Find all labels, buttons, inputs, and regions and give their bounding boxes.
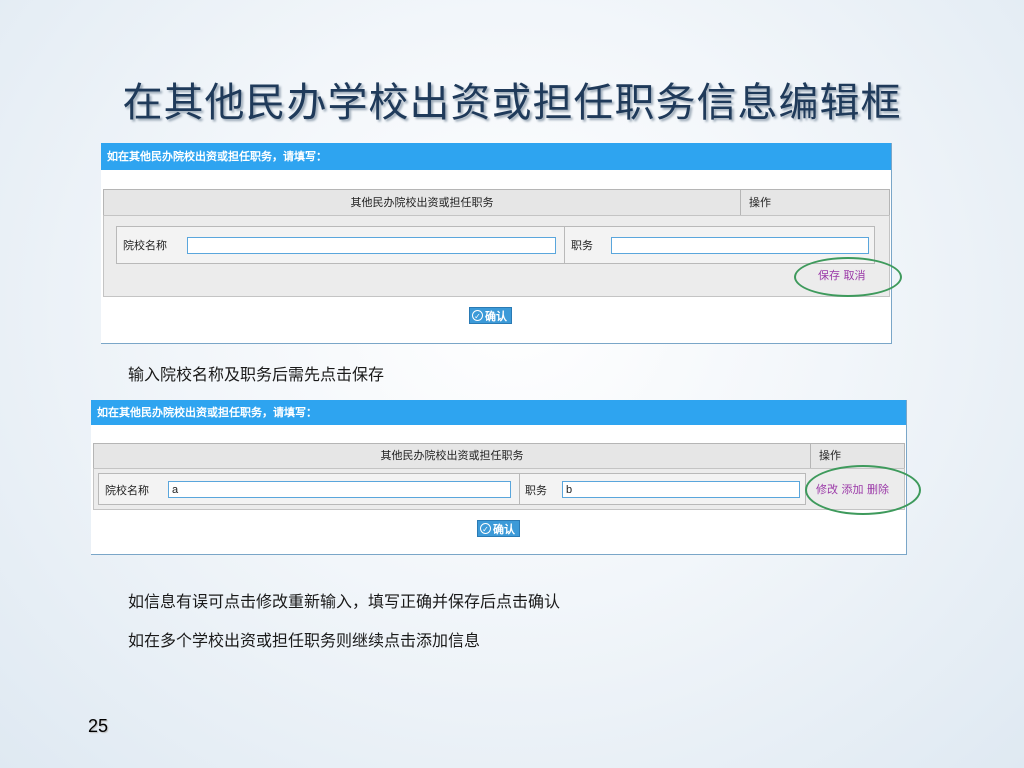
col-header-action: 操作 <box>740 190 889 215</box>
cell-divider <box>564 227 565 263</box>
confirm-label: 确认 <box>493 522 515 536</box>
position-label: 职务 <box>525 484 547 497</box>
edit-panel-empty: 如在其他民办院校出资或担任职务，请填写： 其他民办院校出资或担任职务 操作 院校… <box>101 143 892 344</box>
check-circle-icon: ✓ <box>472 310 483 321</box>
note-save-first: 输入院校名称及职务后需先点击保存 <box>128 365 385 384</box>
col-header-main: 其他民办院校出资或担任职务 <box>350 196 494 209</box>
slide-title: 在其他民办学校出资或担任职务信息编辑框 <box>122 80 902 126</box>
confirm-label: 确认 <box>485 309 507 323</box>
school-name-label: 院校名称 <box>105 484 149 497</box>
edit-panel-filled: 如在其他民办院校出资或担任职务，请填写： 其他民办院校出资或担任职务 操作 院校… <box>91 400 907 555</box>
note-edit-instructions: 如信息有误可点击修改重新输入，填写正确并保存后点击确认 <box>128 592 561 611</box>
table-header: 其他民办院校出资或担任职务 操作 <box>103 189 890 216</box>
input-row: 院校名称 职务 <box>98 473 806 505</box>
check-circle-icon: ✓ <box>480 523 491 534</box>
table-header: 其他民办院校出资或担任职务 操作 <box>93 443 905 469</box>
school-name-label: 院校名称 <box>123 239 167 252</box>
col-header-main: 其他民办院校出资或担任职务 <box>380 449 524 462</box>
position-input[interactable] <box>562 481 800 498</box>
page-number: 25 <box>88 716 109 736</box>
note-add-instructions: 如在多个学校出资或担任职务则继续点击添加信息 <box>128 631 481 650</box>
school-name-input[interactable] <box>168 481 511 498</box>
input-row: 院校名称 职务 <box>116 226 875 264</box>
position-input[interactable] <box>611 237 869 254</box>
panel-header: 如在其他民办院校出资或担任职务，请填写： <box>101 143 891 170</box>
confirm-button[interactable]: ✓ 确认 <box>477 520 520 537</box>
panel-header: 如在其他民办院校出资或担任职务，请填写： <box>91 400 906 425</box>
row-area: 院校名称 职务 修改 添加 删除 <box>93 468 905 510</box>
highlight-ellipse <box>794 257 902 297</box>
confirm-button[interactable]: ✓ 确认 <box>469 307 512 324</box>
highlight-ellipse <box>805 465 921 515</box>
row-area: 院校名称 职务 保存 取消 <box>103 215 890 297</box>
position-label: 职务 <box>571 239 593 252</box>
school-name-input[interactable] <box>187 237 556 254</box>
cell-divider <box>519 474 520 504</box>
